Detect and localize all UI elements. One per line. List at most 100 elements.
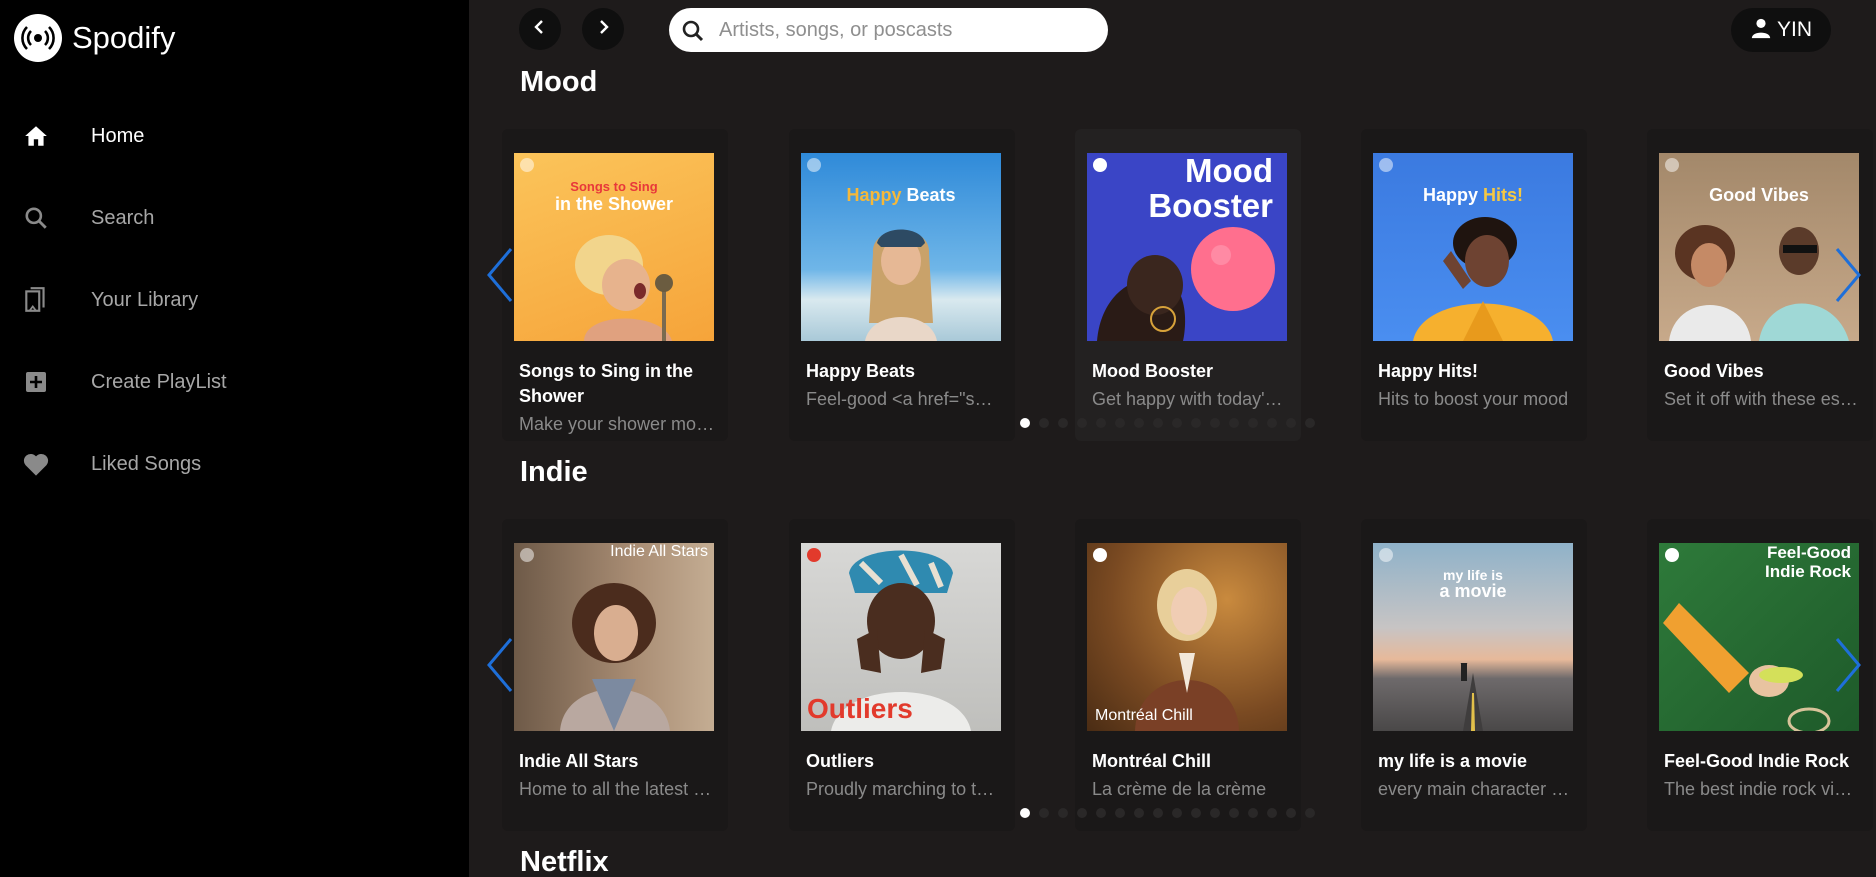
- spotify-logo-icon: [1665, 548, 1679, 562]
- sidebar-item-liked-songs[interactable]: Liked Songs: [0, 423, 469, 505]
- playlist-title: Songs to Sing in the Shower: [519, 361, 693, 406]
- plus-square-icon: [22, 368, 50, 396]
- playlist-description: Set it off with these essentials: [1664, 389, 1860, 409]
- sidebar-item-library[interactable]: Your Library: [0, 259, 469, 341]
- search-icon: [22, 204, 50, 232]
- pagination-dot[interactable]: [1096, 418, 1106, 428]
- user-icon: [1750, 17, 1772, 44]
- pagination-dot[interactable]: [1058, 418, 1068, 428]
- carousel-next-button[interactable]: [1831, 635, 1865, 695]
- cover-text: Montréal Chill: [1095, 707, 1193, 724]
- carousel-prev-button[interactable]: [483, 245, 517, 305]
- pagination-dot[interactable]: [1267, 808, 1277, 818]
- pagination-dot[interactable]: [1115, 418, 1125, 428]
- pagination-dot[interactable]: [1210, 418, 1220, 428]
- pagination-dot[interactable]: [1039, 808, 1049, 818]
- pagination-dot[interactable]: [1172, 418, 1182, 428]
- pagination-dot[interactable]: [1191, 808, 1201, 818]
- chevron-right-icon: [1835, 638, 1861, 692]
- playlist-card[interactable]: my life is a movie my life is a movie ev…: [1361, 519, 1587, 831]
- pagination-dot[interactable]: [1305, 418, 1315, 428]
- forward-button[interactable]: [582, 8, 624, 50]
- playlist-card[interactable]: Mood Booster Mood Booster Get happy with…: [1075, 129, 1301, 441]
- pagination-dot[interactable]: [1267, 418, 1277, 428]
- playlist-cover: Happy Beats: [801, 153, 1001, 341]
- pagination-dot[interactable]: [1248, 808, 1258, 818]
- pagination-dot[interactable]: [1286, 418, 1296, 428]
- playlist-description: every main character needs: [1378, 779, 1574, 799]
- carousel-indie: Indie All Stars Indie All Stars Home to …: [469, 519, 1876, 839]
- playlist-card[interactable]: Indie All Stars Indie All Stars Home to …: [502, 519, 728, 831]
- cover-text-b: Beats: [906, 185, 956, 205]
- sidebar-item-search[interactable]: Search: [0, 177, 469, 259]
- playlist-description: The best indie rock vibes: [1664, 779, 1860, 799]
- user-name: YIN: [1776, 18, 1812, 41]
- back-button[interactable]: [519, 8, 561, 50]
- playlist-cover: Indie All Stars: [514, 543, 714, 731]
- playlist-card[interactable]: Montréal Chill Montréal Chill La crème d…: [1075, 519, 1301, 831]
- main-content: YIN Mood Songs to Sing in the Shower: [469, 0, 1876, 877]
- carousel-mood: Songs to Sing in the Shower Songs to Sin…: [469, 129, 1876, 449]
- chevron-left-icon: [487, 248, 513, 302]
- spotify-logo-icon: [807, 158, 821, 172]
- sidebar-item-label: Search: [91, 206, 155, 229]
- chevron-left-icon: [487, 638, 513, 692]
- playlist-cover: Feel-Good Indie Rock: [1659, 543, 1859, 731]
- pagination-dot[interactable]: [1153, 808, 1163, 818]
- playlist-description: Feel-good <a href="spotify: [806, 389, 1002, 409]
- playlist-description: Home to all the latest indie: [519, 779, 715, 799]
- spotify-logo-icon: [1379, 158, 1393, 172]
- search-input[interactable]: [719, 8, 1089, 52]
- playlist-title: Happy Beats: [806, 361, 916, 381]
- pagination-dot[interactable]: [1096, 808, 1106, 818]
- sidebar-item-home[interactable]: Home: [0, 95, 469, 177]
- spotify-logo-icon: [1665, 158, 1679, 172]
- spotify-logo-icon: [1093, 548, 1107, 562]
- playlist-card[interactable]: Happy Hits! Happy Hits! Hits to boost yo…: [1361, 129, 1587, 441]
- pagination-dot[interactable]: [1210, 808, 1220, 818]
- cover-text: Good Vibes: [1709, 185, 1809, 205]
- sidebar-item-label: Liked Songs: [91, 452, 202, 475]
- playlist-title: Good Vibes: [1664, 361, 1764, 381]
- pagination-dot[interactable]: [1077, 418, 1087, 428]
- pagination-dot[interactable]: [1229, 418, 1239, 428]
- carousel-pagination: [1020, 418, 1315, 428]
- carousel-prev-button[interactable]: [483, 635, 517, 695]
- spotify-logo-icon: [520, 548, 534, 562]
- cover-text: in the Shower: [554, 194, 673, 214]
- carousel-next-button[interactable]: [1831, 245, 1865, 305]
- pagination-dot[interactable]: [1134, 418, 1144, 428]
- playlist-title: Mood Booster: [1092, 361, 1213, 381]
- logo[interactable]: Spodify: [14, 14, 175, 62]
- home-icon: [22, 122, 50, 150]
- pagination-dot[interactable]: [1039, 418, 1049, 428]
- pagination-dot[interactable]: [1153, 418, 1163, 428]
- pagination-dot[interactable]: [1191, 418, 1201, 428]
- pagination-dot[interactable]: [1172, 808, 1182, 818]
- playlist-card[interactable]: Happy Beats Happy Beats Feel-good <a hre…: [789, 129, 1015, 441]
- pagination-dot[interactable]: [1115, 808, 1125, 818]
- pagination-dot[interactable]: [1077, 808, 1087, 818]
- broadcast-icon: [14, 14, 62, 62]
- playlist-card[interactable]: Songs to Sing in the Shower Songs to Sin…: [502, 129, 728, 441]
- cover-text-b: Hits!: [1483, 185, 1524, 205]
- search-bar: [669, 8, 1108, 52]
- sidebar-item-label: Create PlayList: [91, 370, 227, 393]
- pagination-dot[interactable]: [1134, 808, 1144, 818]
- user-menu-button[interactable]: YIN: [1731, 8, 1831, 52]
- app-name: Spodify: [72, 20, 176, 55]
- playlist-card[interactable]: Outliers Outliers Proudly marching to th…: [789, 519, 1015, 831]
- spotify-logo-icon: [520, 158, 534, 172]
- sidebar: Spodify Home Search Your Library Create …: [0, 0, 469, 877]
- sidebar-nav: Home Search Your Library Create PlayList: [0, 95, 469, 505]
- pagination-dot[interactable]: [1286, 808, 1296, 818]
- pagination-dot[interactable]: [1058, 808, 1068, 818]
- pagination-dot[interactable]: [1248, 418, 1258, 428]
- pagination-dot[interactable]: [1305, 808, 1315, 818]
- sidebar-item-label: Home: [91, 124, 145, 147]
- cover-text: Mood Booster: [1148, 153, 1273, 223]
- pagination-dot[interactable]: [1020, 418, 1030, 428]
- sidebar-item-create-playlist[interactable]: Create PlayList: [0, 341, 469, 423]
- pagination-dot[interactable]: [1229, 808, 1239, 818]
- pagination-dot[interactable]: [1020, 808, 1030, 818]
